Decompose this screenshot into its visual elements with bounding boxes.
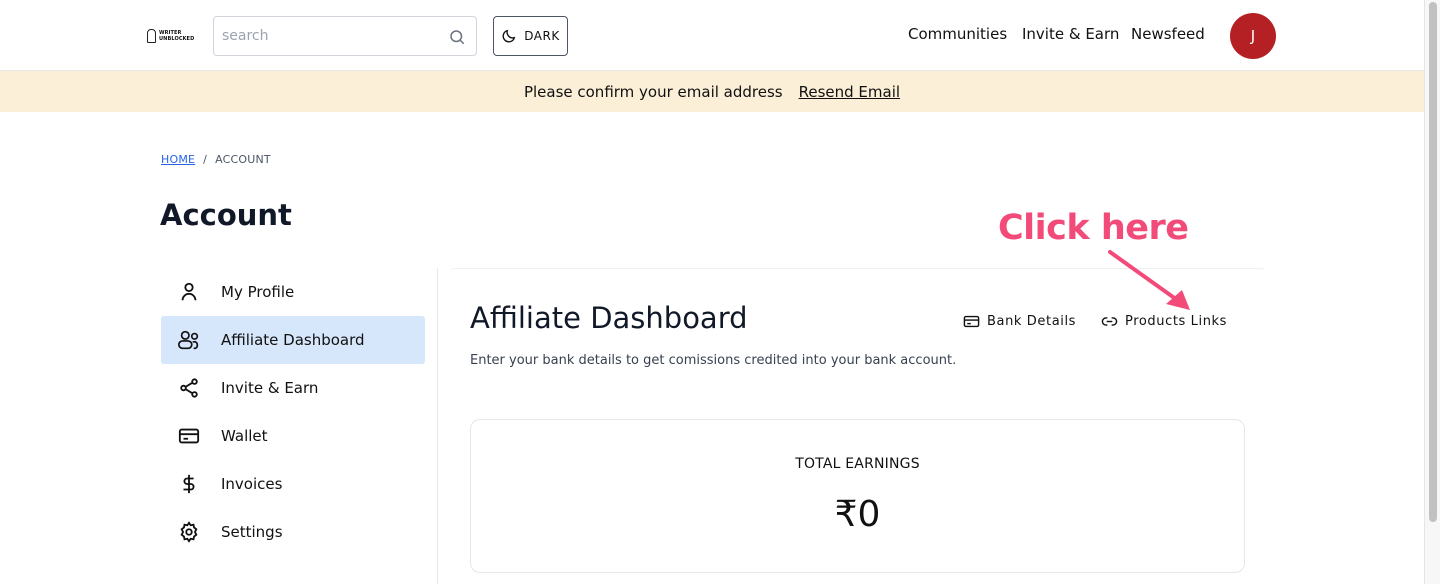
search-input[interactable] — [222, 28, 432, 44]
users-icon — [177, 328, 201, 352]
earnings-value: ₹0 — [834, 494, 881, 535]
search-icon[interactable] — [448, 28, 466, 46]
credit-card-icon — [177, 424, 201, 448]
credit-card-icon — [963, 315, 980, 328]
logo-text: WRITER UNBLOCKED — [159, 30, 195, 42]
user-icon — [177, 280, 201, 304]
sidebar-item-my-profile[interactable]: My Profile — [161, 268, 425, 316]
nav-communities[interactable]: Communities — [908, 25, 1007, 43]
tab-label: Bank Details — [987, 314, 1077, 329]
nav-invite-earn[interactable]: Invite & Earn — [1022, 25, 1119, 43]
site-logo[interactable]: WRITER UNBLOCKED — [147, 26, 199, 46]
banner-message: Please confirm your email address — [523, 82, 783, 101]
logo-pen-icon — [147, 29, 156, 43]
section-subtitle: Enter your bank details to get comission… — [470, 353, 957, 368]
breadcrumb-home-link[interactable]: HOME — [161, 153, 195, 166]
total-earnings-card: TOTAL EARNINGS ₹0 — [470, 419, 1245, 573]
breadcrumb-current: ACCOUNT — [215, 153, 271, 166]
dark-mode-button[interactable]: DARK — [493, 16, 568, 56]
email-confirm-banner: Please confirm your email address Resend… — [0, 71, 1424, 112]
dark-mode-label: DARK — [524, 29, 560, 43]
scrollbar-track[interactable] — [1424, 0, 1440, 584]
sidebar-item-label: Settings — [221, 523, 283, 541]
sidebar-item-invoices[interactable]: Invoices — [161, 460, 425, 508]
top-header: WRITER UNBLOCKED DARK Communities Invite… — [0, 0, 1424, 71]
earnings-label: TOTAL EARNINGS — [795, 456, 920, 472]
dollar-icon — [177, 472, 201, 496]
section-title: Affiliate Dashboard — [470, 301, 748, 335]
sidebar-item-label: Affiliate Dashboard — [221, 331, 365, 349]
breadcrumb-separator: / — [203, 153, 208, 166]
sidebar-divider — [437, 268, 438, 584]
sidebar-item-invite-earn[interactable]: Invite & Earn — [161, 364, 425, 412]
nav-newsfeed[interactable]: Newsfeed — [1131, 25, 1205, 43]
sidebar-item-label: Invoices — [221, 475, 283, 493]
sidebar-item-wallet[interactable]: Wallet — [161, 412, 425, 460]
resend-email-link[interactable]: Resend Email — [799, 83, 900, 101]
share-icon — [177, 376, 201, 400]
annotation-arrow-icon — [1108, 250, 1190, 310]
search-box — [213, 16, 477, 56]
page-title: Account — [160, 198, 292, 232]
moon-icon — [502, 29, 516, 43]
tab-bank-details[interactable]: Bank Details — [963, 313, 1076, 330]
account-sidebar: My Profile Affiliate Dashboard Invite & … — [161, 268, 425, 556]
breadcrumb: HOME / ACCOUNT — [161, 153, 271, 166]
avatar[interactable]: J — [1230, 13, 1276, 59]
sidebar-item-label: Wallet — [221, 427, 268, 445]
sidebar-item-label: Invite & Earn — [221, 379, 319, 397]
sidebar-item-affiliate-dashboard[interactable]: Affiliate Dashboard — [161, 316, 425, 364]
scrollbar-thumb[interactable] — [1429, 2, 1437, 522]
avatar-initial: J — [1250, 27, 1256, 45]
annotation-label: Click here — [998, 208, 1189, 248]
sidebar-item-settings[interactable]: Settings — [161, 508, 425, 556]
gear-icon — [177, 520, 201, 544]
sidebar-item-label: My Profile — [221, 283, 295, 301]
